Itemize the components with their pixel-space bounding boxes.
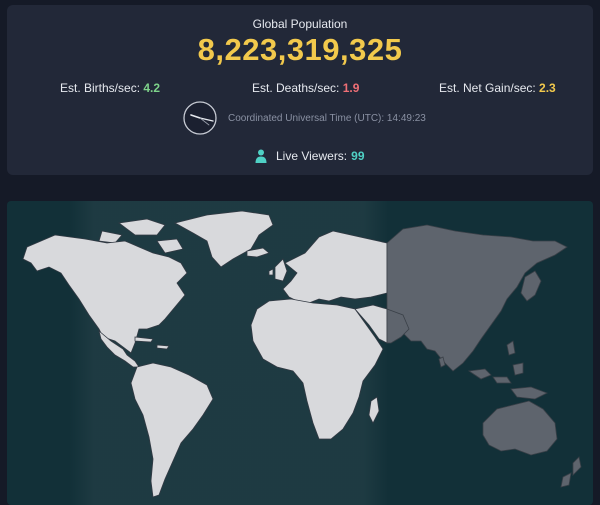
- deaths-value: 1.9: [342, 81, 360, 95]
- person-icon: [255, 149, 267, 163]
- global-population-label: Global Population: [252, 17, 348, 31]
- net-gain-rate: Est. Net Gain/sec: 2.3: [439, 81, 556, 95]
- live-viewers-count: 99: [351, 149, 365, 163]
- analog-clock-icon: [183, 101, 217, 135]
- world-map: [7, 201, 593, 505]
- madagascar: [368, 396, 380, 424]
- africa: [250, 298, 384, 440]
- new-zealand: [560, 456, 582, 488]
- population-stats-card: Global Population 8,223,319,325 Est. Bir…: [7, 5, 593, 175]
- births-rate: Est. Births/sec: 4.2: [60, 81, 160, 95]
- asia: [386, 224, 568, 372]
- south-america: [130, 362, 214, 498]
- australia: [482, 400, 558, 456]
- net-gain-label: Est. Net Gain/sec:: [439, 81, 536, 95]
- world-map-svg: [22, 210, 582, 498]
- live-viewers-label: Live Viewers:: [276, 149, 348, 163]
- utc-time: Coordinated Universal Time (UTC): 14:49:…: [228, 113, 426, 124]
- caribbean-islands: [134, 336, 170, 350]
- greenland: [173, 210, 274, 268]
- population-counter: 8,223,319,325: [197, 32, 403, 67]
- births-label: Est. Births/sec:: [60, 81, 141, 95]
- new-guinea: [510, 386, 548, 400]
- net-gain-value: 2.3: [539, 81, 556, 95]
- southeast-asia-islands: [467, 340, 524, 384]
- live-viewers: Live Viewers: 99: [255, 149, 365, 163]
- north-america: [22, 234, 188, 354]
- births-value: 4.2: [143, 81, 161, 95]
- europe: [282, 230, 388, 304]
- united-kingdom: [268, 258, 288, 282]
- deaths-rate: Est. Deaths/sec: 1.9: [252, 81, 359, 95]
- deaths-label: Est. Deaths/sec:: [252, 81, 340, 95]
